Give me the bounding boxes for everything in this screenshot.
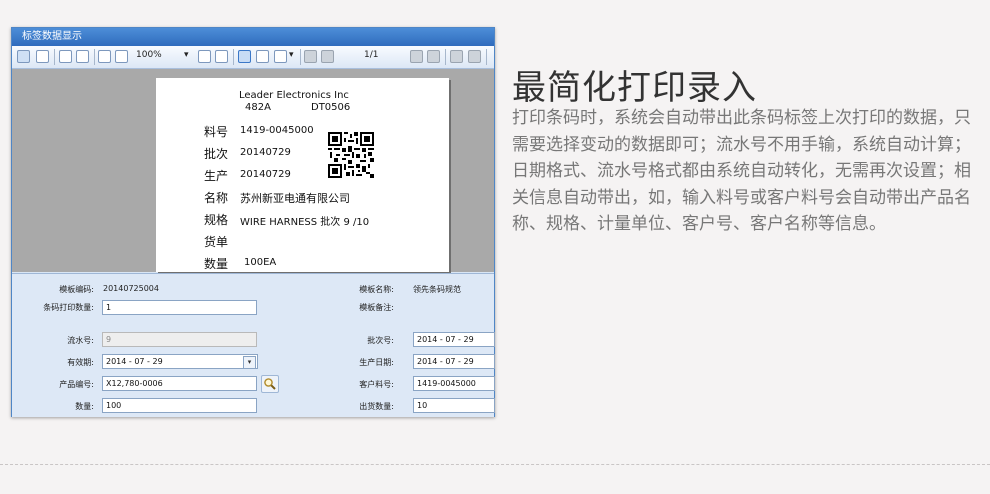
label-company: Leader Electronics Inc <box>239 90 349 101</box>
label-row-value: 20140729 <box>240 169 291 180</box>
serial-label: 流水号: <box>67 336 94 345</box>
zoom-out-icon[interactable] <box>115 50 128 63</box>
next-page-icon[interactable] <box>410 50 423 63</box>
batch-input[interactable]: 2014 - 07 - 29 <box>413 332 495 347</box>
qr-code-icon <box>328 132 374 178</box>
label-row-value: 20140729 <box>240 147 291 158</box>
serial-input: 9 <box>102 332 257 347</box>
label-row-key: 料号 <box>204 125 229 139</box>
prev-page-icon[interactable] <box>321 50 334 63</box>
toolbar-divider <box>94 49 95 65</box>
label-code-b: DT0506 <box>311 102 351 113</box>
toolbar-divider <box>486 49 487 65</box>
find-icon[interactable] <box>76 50 89 63</box>
print-setup-icon[interactable] <box>17 50 30 63</box>
toolbar-divider <box>300 49 301 65</box>
template-note-label: 模板备注: <box>359 303 394 312</box>
template-code-value: 20140725004 <box>103 284 159 293</box>
prod-date-label: 生产日期: <box>359 358 394 367</box>
label-row-key: 规格 <box>204 213 229 227</box>
copy-icon[interactable] <box>59 50 72 63</box>
toolbar-divider <box>445 49 446 65</box>
page-indicator: 1/1 <box>364 50 379 60</box>
print-qty-label: 条码打印数量: <box>43 303 94 312</box>
template-name-value: 领先条码规范 <box>413 285 461 294</box>
qty-input[interactable]: 100 <box>102 398 257 413</box>
toolbar-divider <box>54 49 55 65</box>
label-row-key: 名称 <box>204 191 229 205</box>
search-button[interactable] <box>261 375 279 393</box>
customer-part-label: 客户料号: <box>359 380 394 389</box>
product-code-input[interactable]: X12,780-0006 <box>102 376 257 391</box>
label-row-key: 数量 <box>204 257 229 271</box>
label-data-window: 标签数据显示 100% ▾ ▾ 1/1 Leader Electronics I… <box>11 27 495 417</box>
expiry-value: 2014 - 07 - 29 <box>106 357 163 366</box>
window-title: 标签数据显示 <box>12 28 494 46</box>
label-row-value: 1419-0045000 <box>240 125 314 136</box>
toolbar: 100% ▾ ▾ 1/1 <box>12 46 494 69</box>
zoom-level[interactable]: 100% <box>136 50 162 60</box>
single-page-icon[interactable] <box>238 50 251 63</box>
template-name-label: 模板名称: <box>359 285 394 294</box>
zoom-dropdown-icon[interactable]: ▾ <box>184 50 189 60</box>
template-code-label: 模板编码: <box>59 285 94 294</box>
print-preview-icon[interactable] <box>36 50 49 63</box>
prod-date-input[interactable]: 2014 - 07 - 29 <box>413 354 495 369</box>
ship-qty-label: 出货数量: <box>359 402 394 411</box>
two-page-icon[interactable] <box>256 50 269 63</box>
label-row-key: 货单 <box>204 235 229 249</box>
multi-page-dropdown-icon[interactable]: ▾ <box>289 50 294 60</box>
batch-label: 批次号: <box>367 336 394 345</box>
label-row-value: 苏州新亚电通有限公司 <box>240 192 350 205</box>
last-page-icon[interactable] <box>427 50 440 63</box>
label-row-key: 批次 <box>204 147 229 161</box>
expiry-label: 有效期: <box>67 358 94 367</box>
qty-label: 数量: <box>75 402 94 411</box>
label-code-a: 482A <box>245 102 271 113</box>
chevron-down-icon[interactable]: ▾ <box>243 356 256 368</box>
whole-page-icon[interactable] <box>215 50 228 63</box>
back-icon[interactable] <box>450 50 463 63</box>
label-row-value: 100EA <box>244 257 277 268</box>
multi-page-icon[interactable] <box>274 50 287 63</box>
section-heading: 最简化打印录入 <box>512 68 757 108</box>
label-preview-area: Leader Electronics Inc 482A DT0506 料号 14… <box>12 69 494 272</box>
toolbar-divider <box>233 49 234 65</box>
section-description: 打印条码时，系统会自动带出此条码标签上次打印的数据，只需要选择变动的数据即可；流… <box>512 108 971 234</box>
product-code-label: 产品编号: <box>59 380 94 389</box>
customer-part-input[interactable]: 1419-0045000 <box>413 376 495 391</box>
print-qty-input[interactable]: 1 <box>102 300 257 315</box>
label-paper: Leader Electronics Inc 482A DT0506 料号 14… <box>156 78 449 272</box>
page-width-icon[interactable] <box>198 50 211 63</box>
forward-icon[interactable] <box>468 50 481 63</box>
label-row-value: WIRE HARNESS 批次 9 /10 <box>240 217 370 228</box>
expiry-date-picker[interactable]: 2014 - 07 - 29 ▾ <box>102 354 258 369</box>
label-row-key: 生产 <box>204 169 229 183</box>
dotted-divider <box>0 464 990 465</box>
zoom-in-icon[interactable] <box>98 50 111 63</box>
label-data-form: 模板编码: 20140725004 模板名称: 领先条码规范 条码打印数量: 1… <box>12 273 495 417</box>
ship-qty-input[interactable]: 10 <box>413 398 495 413</box>
first-page-icon[interactable] <box>304 50 317 63</box>
search-icon <box>264 378 276 390</box>
